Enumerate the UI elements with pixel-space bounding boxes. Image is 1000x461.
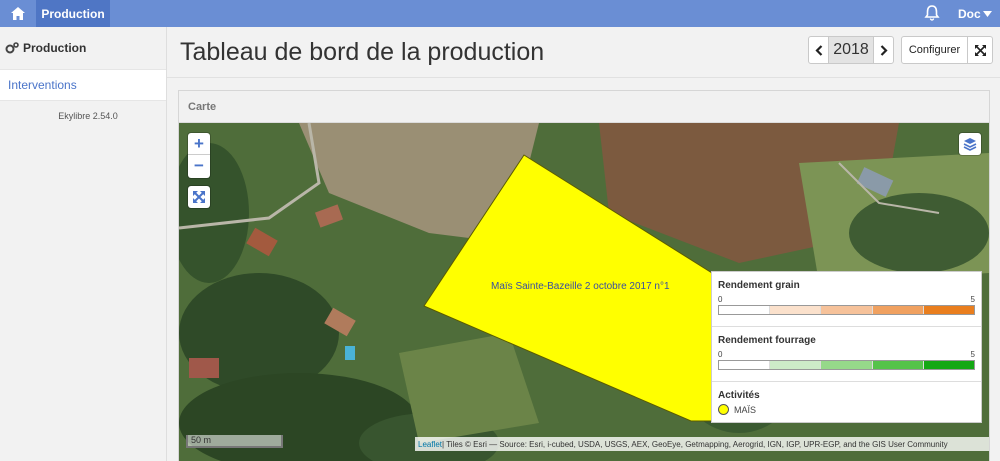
map-card: Carte Maïs Sainte-Bazeille 2 octobre 201… bbox=[178, 90, 990, 461]
legend-grain-title: Rendement grain bbox=[718, 280, 800, 291]
legend-grain-step-1 bbox=[719, 306, 770, 314]
map-legend: Rendement grain 0 5 Rendement fourrage 0… bbox=[711, 271, 982, 423]
year-selector: 2018 bbox=[808, 36, 894, 64]
activity-color-swatch bbox=[718, 404, 729, 415]
app-version: Ekylibre 2.54.0 bbox=[58, 111, 118, 121]
legend-forage-step-5 bbox=[922, 361, 975, 369]
expand-icon bbox=[974, 44, 986, 56]
caret-down-icon bbox=[982, 10, 992, 17]
legend-forage-step-2 bbox=[769, 361, 821, 369]
fullscreen-button[interactable] bbox=[967, 36, 993, 64]
zoom-out-button[interactable]: − bbox=[188, 155, 210, 177]
bell-icon bbox=[924, 5, 940, 21]
zoom-control: + − bbox=[188, 133, 210, 178]
chevron-right-icon bbox=[880, 44, 888, 56]
fit-bounds-icon bbox=[193, 191, 205, 203]
layers-button[interactable] bbox=[959, 133, 981, 155]
scale-bar: 50 m bbox=[186, 435, 283, 448]
leaflet-link[interactable]: Leaflet bbox=[418, 440, 442, 449]
legend-forage-title: Rendement fourrage bbox=[718, 335, 816, 346]
legend-grain-yield: Rendement grain 0 5 bbox=[712, 272, 981, 327]
legend-grain-step-4 bbox=[871, 306, 923, 314]
sidebar: Production Interventions Ekylibre 2.54.0 bbox=[0, 27, 167, 461]
configure-button[interactable]: Configurer bbox=[901, 36, 968, 64]
attribution-text: | Tiles © Esri — Source: Esri, i-cubed, … bbox=[442, 439, 948, 449]
legend-forage-step-3 bbox=[820, 361, 872, 369]
activity-label: MAÏS bbox=[734, 404, 757, 415]
user-label: Doc bbox=[958, 6, 981, 21]
zoom-in-button[interactable]: + bbox=[188, 133, 210, 155]
next-year-button[interactable] bbox=[874, 37, 893, 63]
home-icon bbox=[11, 7, 25, 20]
legend-activity-item: MAÏS bbox=[718, 404, 975, 415]
notifications-button[interactable] bbox=[922, 3, 942, 23]
map-attribution: Leaflet | Tiles © Esri — Source: Esri, i… bbox=[415, 437, 989, 451]
sidebar-heading: Production bbox=[0, 27, 166, 69]
plot-label: Maïs Sainte-Bazeille 2 octobre 2017 n°1 bbox=[491, 281, 670, 292]
user-menu[interactable]: Doc bbox=[958, 0, 992, 27]
home-button[interactable] bbox=[0, 0, 36, 27]
current-year: 2018 bbox=[828, 37, 874, 63]
header-divider bbox=[167, 77, 1000, 78]
legend-grain-scale bbox=[718, 305, 975, 315]
gears-icon bbox=[5, 42, 19, 54]
legend-forage-step-1 bbox=[719, 361, 770, 369]
legend-forage-min: 0 bbox=[718, 350, 723, 359]
sidebar-item-interventions[interactable]: Interventions bbox=[0, 69, 166, 101]
legend-forage-max: 5 bbox=[970, 350, 975, 359]
previous-year-button[interactable] bbox=[809, 37, 828, 63]
fit-bounds-button[interactable] bbox=[188, 186, 210, 208]
top-navbar: Production Doc bbox=[0, 0, 1000, 27]
legend-grain-min: 0 bbox=[718, 295, 723, 304]
legend-activities-title: Activités bbox=[718, 390, 760, 401]
nav-tab-production[interactable]: Production bbox=[36, 0, 110, 27]
legend-grain-step-2 bbox=[769, 306, 821, 314]
sidebar-heading-label: Production bbox=[23, 41, 87, 55]
legend-activities: Activités MAÏS bbox=[712, 382, 981, 415]
legend-forage-scale bbox=[718, 360, 975, 370]
legend-forage-yield: Rendement fourrage 0 5 bbox=[712, 327, 981, 382]
map-view[interactable]: Maïs Sainte-Bazeille 2 octobre 2017 n°1 … bbox=[179, 123, 989, 461]
legend-grain-step-3 bbox=[820, 306, 872, 314]
layers-icon bbox=[963, 138, 977, 151]
card-title: Carte bbox=[179, 91, 989, 123]
legend-forage-step-4 bbox=[871, 361, 923, 369]
legend-grain-max: 5 bbox=[970, 295, 975, 304]
page-title: Tableau de bord de la production bbox=[180, 38, 545, 66]
legend-grain-step-5 bbox=[922, 306, 975, 314]
chevron-left-icon bbox=[814, 44, 822, 56]
